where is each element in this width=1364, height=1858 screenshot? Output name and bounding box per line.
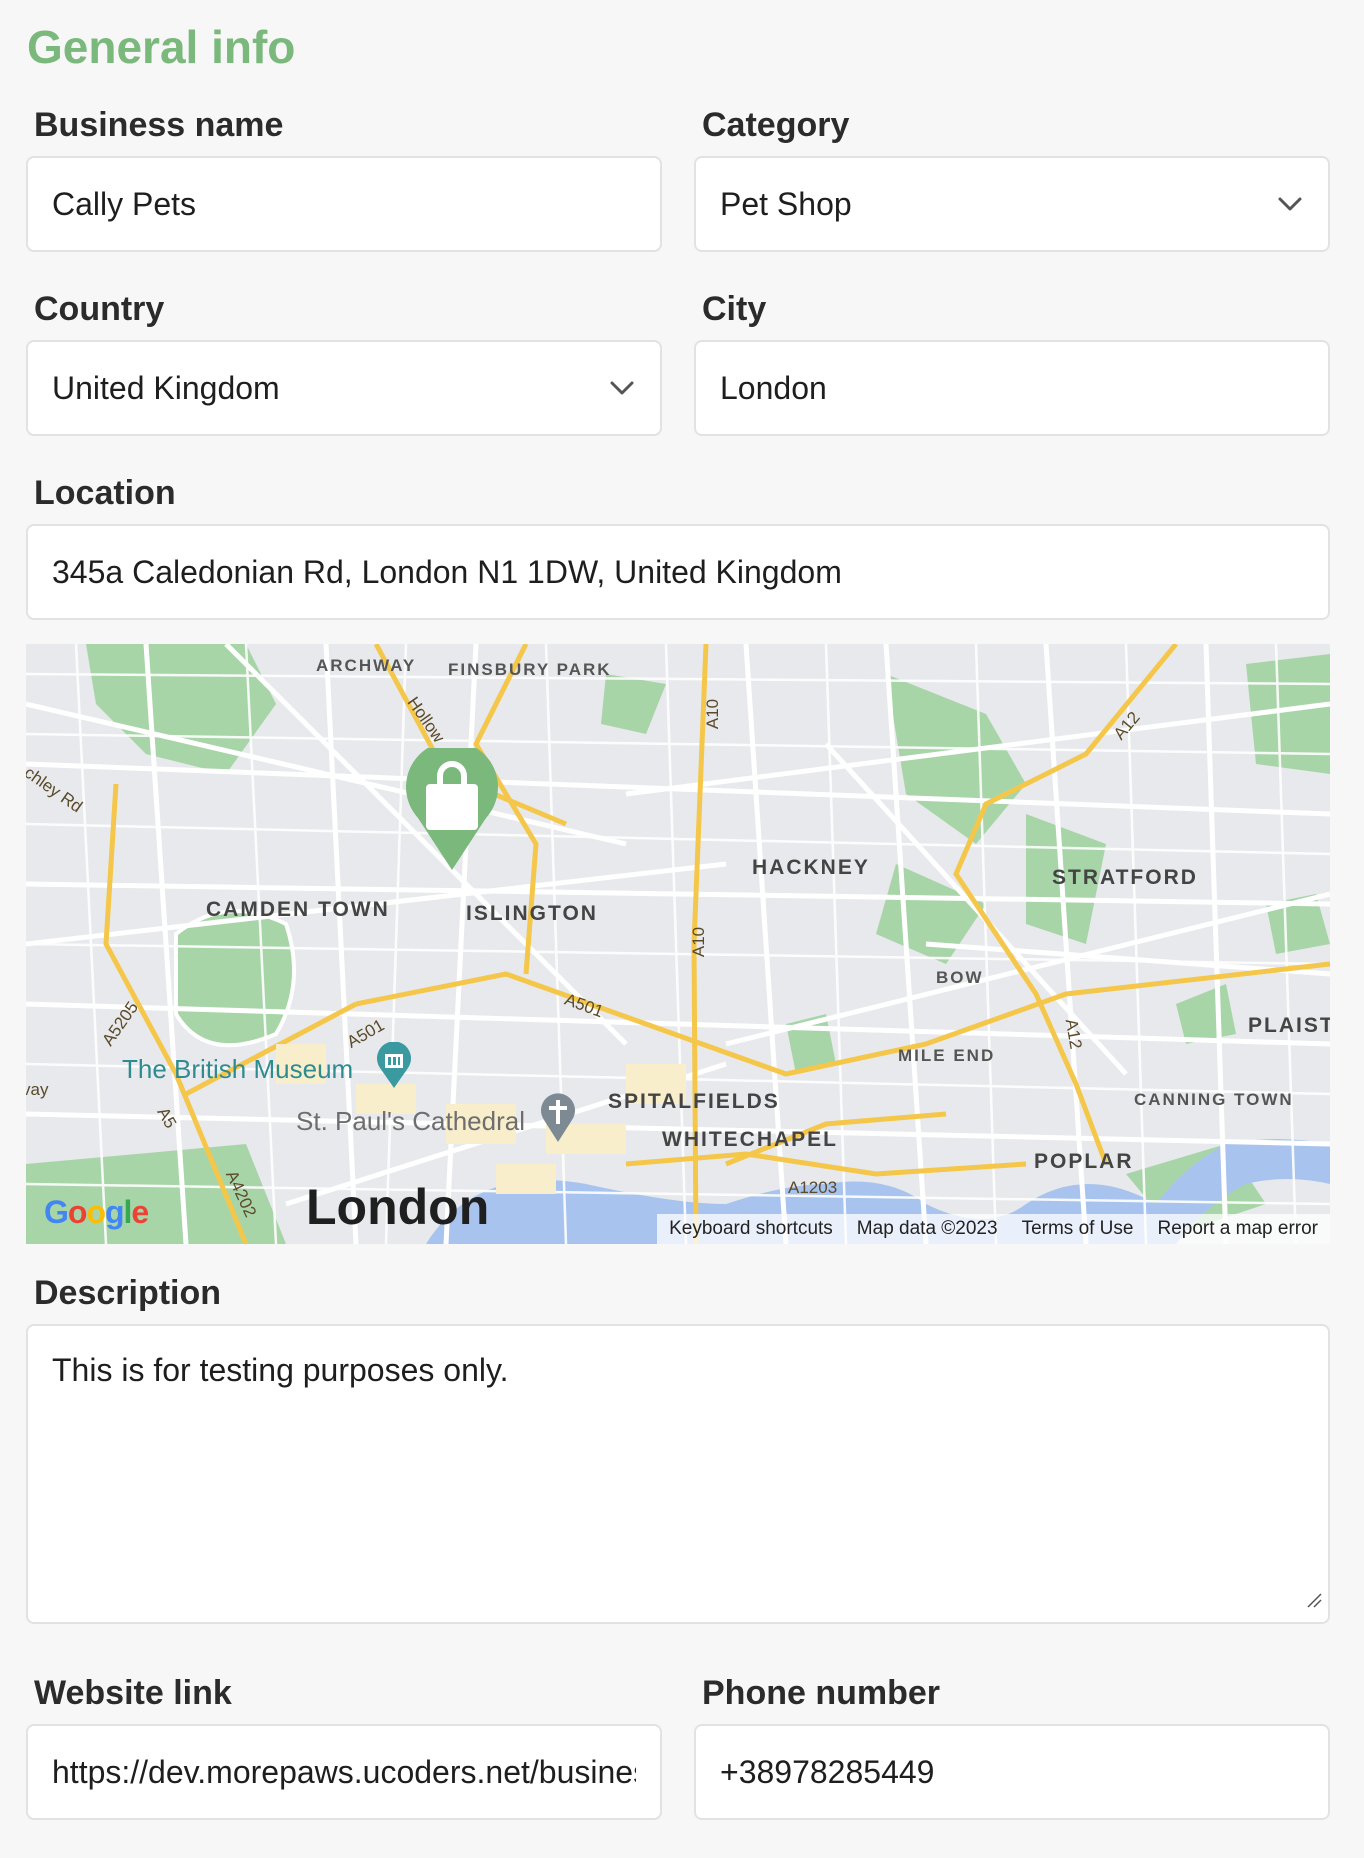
resize-handle-icon[interactable]: [1306, 1579, 1322, 1616]
church-icon: [538, 1092, 578, 1149]
description-label: Description: [34, 1274, 222, 1312]
map-road-a10-south: A10: [689, 926, 709, 958]
website-label: Website link: [34, 1674, 232, 1712]
map-poi-british-museum[interactable]: The British Museum: [122, 1054, 353, 1085]
business-name-input[interactable]: Cally Pets: [26, 156, 662, 252]
category-label: Category: [702, 106, 850, 144]
location-value: 345a Caledonian Rd, London N1 1DW, Unite…: [52, 553, 842, 590]
category-value: Pet Shop: [720, 185, 852, 222]
location-label: Location: [34, 474, 176, 512]
map-poi-st-pauls[interactable]: St. Paul's Cathedral: [296, 1106, 525, 1137]
map-city-label: London: [306, 1179, 490, 1235]
map-label-stratford: STRATFORD: [1052, 866, 1198, 889]
map-data-text: Map data ©2023: [856, 1218, 998, 1239]
country-select[interactable]: United Kingdom: [26, 340, 662, 436]
map-attribution: Keyboard shortcuts Map data ©2023 Terms …: [657, 1214, 1330, 1244]
map-label-finsbury-park: FINSBURY PARK: [448, 660, 612, 679]
map-label-poplar: POPLAR: [1034, 1150, 1134, 1173]
phone-value: +38978285449: [720, 1753, 935, 1790]
website-value: https://dev.morepaws.ucoders.net/busines…: [52, 1753, 636, 1790]
map-road-a1203: A1203: [788, 1178, 838, 1197]
city-label: City: [702, 290, 767, 328]
map-label-bow: BOW: [936, 968, 984, 987]
business-name-label: Business name: [34, 106, 284, 144]
map-label-whitechapel: WHITECHAPEL: [662, 1128, 838, 1151]
map-road-a10-north: A10: [703, 698, 723, 730]
map-base-layer: [26, 644, 1330, 1244]
map-label-mile-end: MILE END: [898, 1046, 996, 1065]
map-road-way: vay: [26, 1080, 49, 1099]
phone-input[interactable]: +38978285449: [694, 1724, 1330, 1820]
map-label-islington: ISLINGTON: [466, 902, 598, 925]
shopping-bag-icon[interactable]: [404, 741, 500, 877]
country-value: United Kingdom: [52, 369, 280, 406]
map-label-spitalfields: SPITALFIELDS: [608, 1090, 780, 1113]
location-map[interactable]: ARCHWAY FINSBURY PARK HACKNEY STRATFORD …: [26, 644, 1330, 1244]
map-label-camden-town: CAMDEN TOWN: [206, 898, 390, 921]
google-logo: Google: [44, 1194, 149, 1230]
city-value: London: [720, 369, 827, 406]
category-select[interactable]: Pet Shop: [694, 156, 1330, 252]
map-label-plaistow: PLAIST: [1248, 1014, 1330, 1037]
terms-link[interactable]: Terms of Use: [1010, 1218, 1146, 1240]
chevron-down-icon: [608, 374, 636, 402]
report-map-error-link[interactable]: Report a map error: [1145, 1218, 1330, 1240]
city-input[interactable]: London: [694, 340, 1330, 436]
map-label-hackney: HACKNEY: [752, 856, 870, 879]
chevron-down-icon: [1276, 190, 1304, 218]
phone-label: Phone number: [702, 1674, 941, 1712]
description-value: This is for testing purposes only.: [52, 1352, 509, 1388]
map-label-canning-town: CANNING TOWN: [1134, 1090, 1294, 1109]
section-title: General info: [27, 21, 296, 73]
map-label-archway: ARCHWAY: [316, 656, 417, 675]
keyboard-shortcuts-link[interactable]: Keyboard shortcuts: [657, 1218, 845, 1240]
description-textarea[interactable]: This is for testing purposes only.: [26, 1324, 1330, 1624]
business-name-value: Cally Pets: [52, 185, 197, 222]
country-label: Country: [34, 290, 165, 328]
location-input[interactable]: 345a Caledonian Rd, London N1 1DW, Unite…: [26, 524, 1330, 620]
museum-icon: [374, 1041, 414, 1095]
website-input[interactable]: https://dev.morepaws.ucoders.net/busines…: [26, 1724, 662, 1820]
